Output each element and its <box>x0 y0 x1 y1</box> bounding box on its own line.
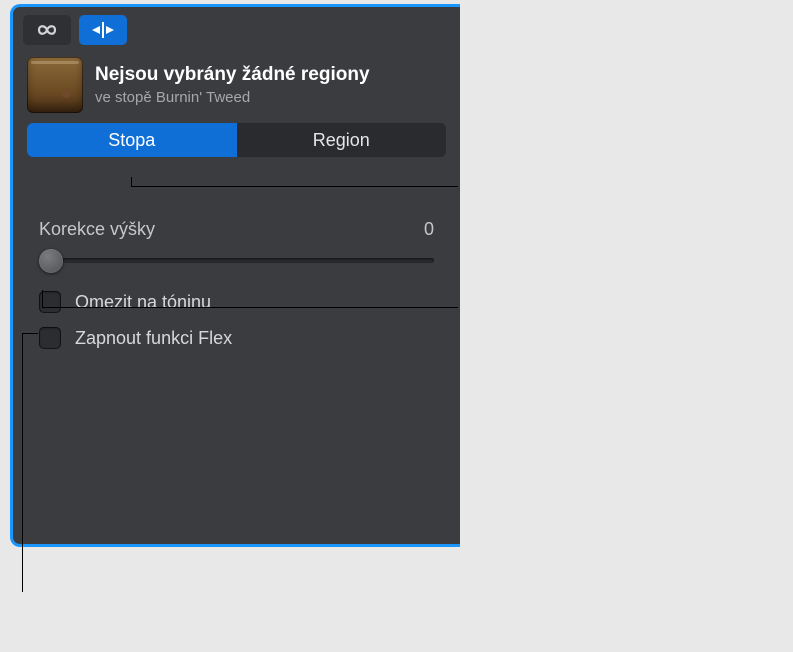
loop-mode-button[interactable] <box>23 15 71 45</box>
tab-region[interactable]: Region <box>237 123 447 157</box>
panel-body: Korekce výšky 0 Omezit na tóninu Zapnout… <box>13 171 460 353</box>
slider-thumb[interactable] <box>39 249 63 273</box>
title-block: Nejsou vybrány žádné regiony ve stopě Bu… <box>95 64 370 106</box>
callout-line <box>131 186 458 187</box>
header-subtitle: ve stopě Burnin' Tweed <box>95 89 370 106</box>
infinity-icon <box>33 21 61 39</box>
callout-line <box>22 333 38 334</box>
toolbar <box>13 7 460 49</box>
flex-mode-button[interactable] <box>79 15 127 45</box>
limit-to-key-row[interactable]: Omezit na tóninu <box>33 287 440 317</box>
limit-to-key-label: Omezit na tóninu <box>75 292 211 313</box>
pitch-correction-row: Korekce výšky 0 <box>33 219 440 240</box>
enable-flex-label: Zapnout funkci Flex <box>75 328 232 349</box>
callout-line <box>22 333 23 592</box>
pitch-correction-label: Korekce výšky <box>39 219 155 240</box>
header: Nejsou vybrány žádné regiony ve stopě Bu… <box>13 49 460 123</box>
pitch-correction-value: 0 <box>424 219 434 240</box>
segmented-control: Stopa Region <box>27 123 446 157</box>
track-thumbnail <box>27 57 83 113</box>
pitch-correction-slider[interactable] <box>39 258 434 263</box>
enable-flex-checkbox[interactable] <box>39 327 61 349</box>
header-title: Nejsou vybrány žádné regiony <box>95 64 370 87</box>
flex-arrows-icon <box>88 21 118 39</box>
tab-track[interactable]: Stopa <box>27 123 237 157</box>
enable-flex-row[interactable]: Zapnout funkci Flex <box>33 323 440 353</box>
editor-panel: Nejsou vybrány žádné regiony ve stopě Bu… <box>10 4 460 547</box>
callout-line <box>42 307 458 308</box>
callout-line <box>42 290 43 308</box>
